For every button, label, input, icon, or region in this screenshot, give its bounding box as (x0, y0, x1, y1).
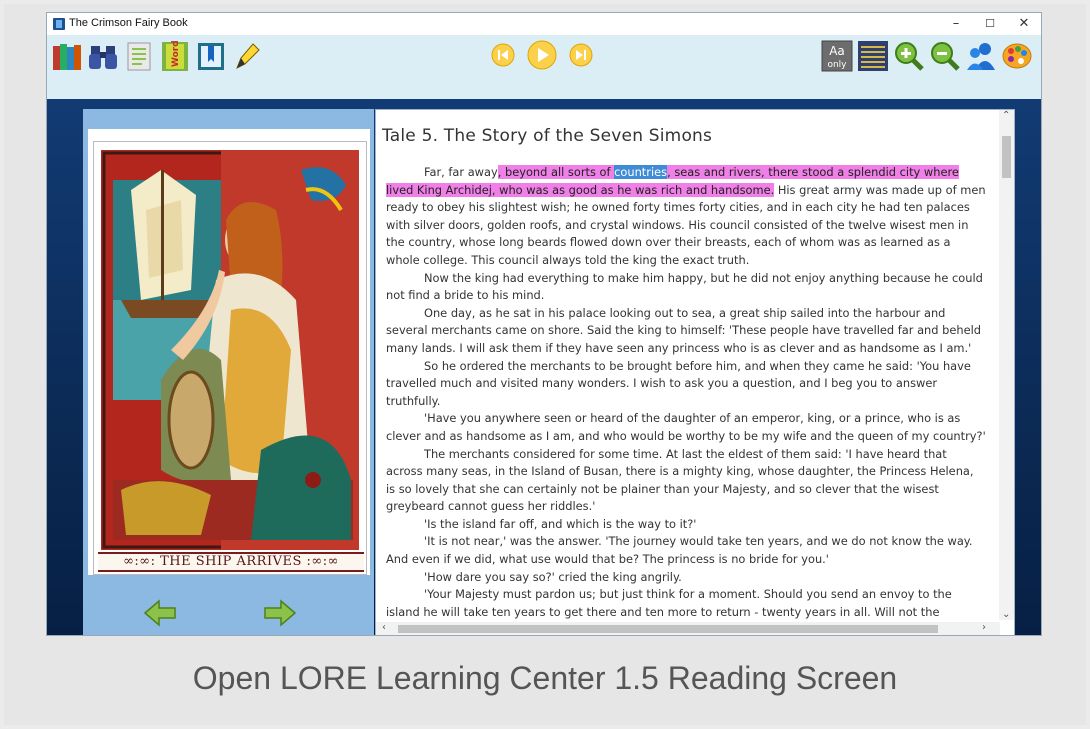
library-icon[interactable] (51, 40, 83, 72)
binoculars-icon[interactable] (87, 40, 119, 72)
window-title: The Crimson Fairy Book (69, 17, 188, 29)
reading-area: ∞:∞: THE SHIP ARRIVES :∞:∞ Tale 5. The S… (47, 99, 1041, 635)
story-paragraph: 'Have you anywhere seen or heard of the … (386, 411, 986, 443)
only-label: only (827, 60, 847, 70)
story-paragraph: The merchants considered for some time. … (386, 446, 974, 514)
play-icon[interactable] (525, 38, 559, 72)
bookmark-icon[interactable] (195, 40, 227, 72)
lines-icon[interactable] (857, 40, 889, 72)
aa-label: Aa (829, 44, 845, 58)
notes-icon[interactable] (123, 40, 155, 72)
story-paragraph: So he ordered the merchants to be brough… (386, 358, 971, 408)
story-paragraph: 'Is the island far off, and which is the… (424, 516, 697, 531)
maximize-button[interactable]: ☐ (973, 13, 1007, 35)
app-window: The Crimson Fairy Book – ☐ ✕ Word Aa onl… (46, 12, 1042, 636)
word-label: Word (171, 40, 181, 67)
story-paragraph: Far, far away, beyond all sorts of count… (386, 165, 986, 267)
story-text-panel[interactable]: Tale 5. The Story of the Seven Simons Fa… (375, 109, 1015, 635)
scroll-right-icon[interactable]: › (982, 622, 986, 633)
story-paragraph: One day, as he sat in his palace looking… (386, 305, 981, 355)
left-arrow-icon[interactable] (143, 599, 177, 627)
font-only-icon[interactable]: Aa only (821, 40, 853, 72)
selected-word[interactable]: countries (614, 165, 668, 179)
illustration-panel: ∞:∞: THE SHIP ARRIVES :∞:∞ (83, 109, 374, 635)
illustration-card: ∞:∞: THE SHIP ARRIVES :∞:∞ (93, 141, 367, 575)
previous-icon[interactable] (489, 41, 517, 69)
title-bar: The Crimson Fairy Book – ☐ ✕ (47, 13, 1041, 35)
story-paragraph: 'It is not near,' was the answer. 'The j… (386, 534, 973, 567)
users-icon[interactable] (965, 40, 997, 72)
minimize-button[interactable]: – (939, 13, 973, 35)
highlighter-icon[interactable] (231, 40, 263, 72)
close-button[interactable]: ✕ (1007, 13, 1041, 35)
illustration-caption: ∞:∞: THE SHIP ARRIVES :∞:∞ (98, 552, 364, 572)
scroll-up-icon[interactable]: ⌃ (1002, 110, 1010, 121)
story-paragraph: Now the king had everything to make him … (386, 270, 983, 303)
app-book-icon (53, 18, 65, 30)
tale-title: Tale 5. The Story of the Seven Simons (382, 126, 713, 146)
palette-icon[interactable] (1001, 40, 1033, 72)
horizontal-scrollbar[interactable]: ‹ › (376, 622, 1000, 635)
next-icon[interactable] (567, 41, 595, 69)
scroll-down-icon[interactable]: ⌄ (1002, 609, 1010, 620)
story-paragraph: 'Your Majesty must pardon us; but just t… (386, 587, 952, 619)
story-text[interactable]: Far, far away, beyond all sorts of count… (386, 164, 986, 621)
vertical-scroll-thumb[interactable] (1002, 136, 1011, 178)
right-arrow-icon[interactable] (263, 599, 297, 627)
horizontal-scroll-thumb[interactable] (398, 625, 938, 633)
zoom-in-icon[interactable] (893, 40, 925, 72)
word-list-icon[interactable]: Word (159, 40, 191, 72)
story-paragraph: 'How dare you say so?' cried the king an… (424, 569, 682, 584)
illustration-frame: ∞:∞: THE SHIP ARRIVES :∞:∞ (88, 129, 370, 575)
vertical-scrollbar[interactable]: ⌃ ⌄ (999, 110, 1014, 620)
illustration-image (101, 150, 359, 550)
scroll-left-icon[interactable]: ‹ (382, 622, 386, 633)
screenshot-caption: Open LORE Learning Center 1.5 Reading Sc… (192, 660, 898, 696)
zoom-out-icon[interactable] (929, 40, 961, 72)
